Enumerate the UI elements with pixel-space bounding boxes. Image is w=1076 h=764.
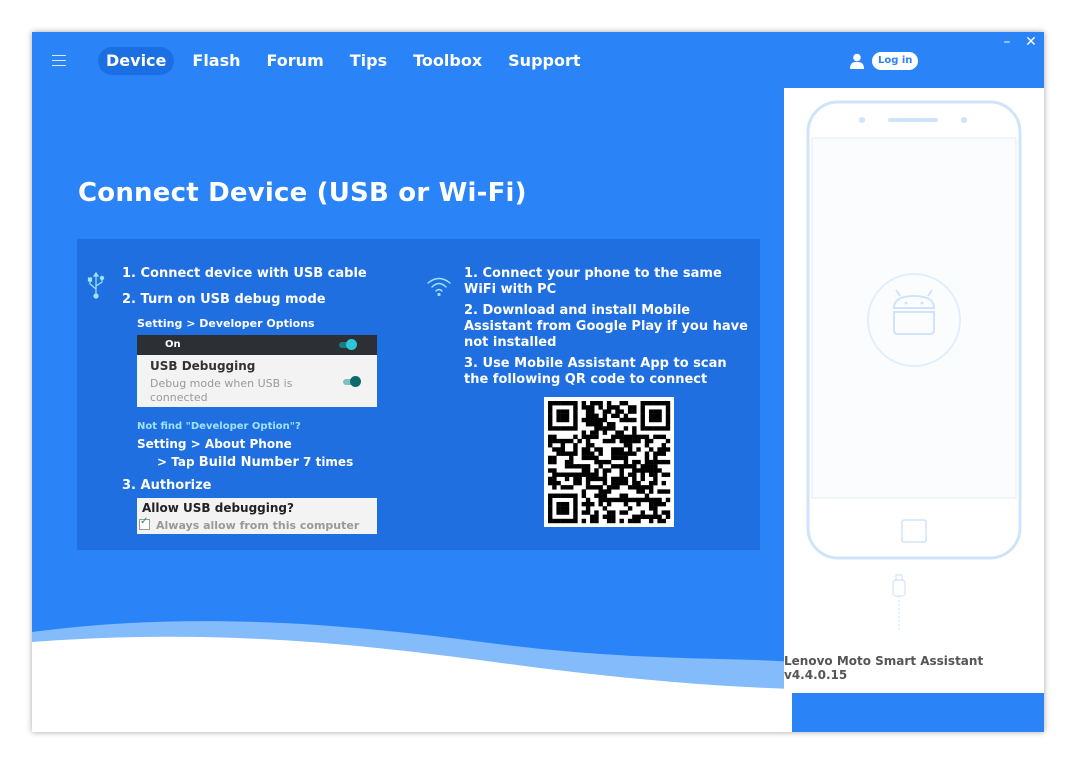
wave-decoration [32, 621, 792, 732]
wifi-icon [427, 277, 451, 297]
about-phone-path: Setting > About Phone [137, 437, 292, 451]
usb-debugging-desc: Debug mode when USB is connected [150, 377, 293, 404]
wifi-step-3: 3. Use Mobile Assistant App to scan the … [464, 356, 727, 387]
authorize-dialog: Allow USB debugging? Always allow from t… [137, 498, 377, 534]
tab-toolbox[interactable]: Toolbox [405, 47, 490, 75]
usb-icon [87, 271, 105, 299]
login-button[interactable]: Log in [872, 52, 919, 70]
usb-debugging-toggle [343, 376, 361, 387]
developer-options-path: Setting > Developer Options [137, 317, 315, 330]
tab-support[interactable]: Support [500, 47, 588, 75]
developer-options-card: On USB Debugging Debug mode when USB is … [137, 335, 377, 407]
allow-usb-question: Allow USB debugging? [142, 501, 294, 515]
tab-flash[interactable]: Flash [184, 47, 248, 75]
app-window: – ✕ Device Flash Forum Tips Toolbox Supp… [32, 32, 1044, 732]
page-title: Connect Device (USB or Wi-Fi) [78, 178, 527, 208]
wifi-step-2: 2. Download and install Mobile Assistant… [464, 303, 748, 350]
instructions-panel: 1. Connect device with USB cable 2. Turn… [77, 239, 760, 550]
not-find-developer-option: Not find "Developer Option"? [137, 421, 301, 432]
usb-plug-icon [892, 574, 906, 631]
usb-step-1: 1. Connect device with USB cable [122, 266, 367, 281]
usb-step-2: 2. Turn on USB debug mode [122, 292, 326, 307]
on-toggle [339, 339, 357, 350]
always-allow-checkbox [139, 516, 150, 530]
tab-forum[interactable]: Forum [259, 47, 332, 75]
on-label: On [165, 339, 181, 350]
window-controls: – ✕ [1000, 35, 1038, 50]
minimize-button[interactable]: – [1000, 35, 1014, 50]
device-preview-panel: Lenovo Moto Smart Assistant v4.4.0.15 [784, 88, 1044, 693]
tab-tips[interactable]: Tips [342, 47, 395, 75]
menu-icon[interactable] [52, 55, 66, 67]
top-nav: Device Flash Forum Tips Toolbox Support [98, 47, 599, 75]
wifi-step-1: 1. Connect your phone to the same WiFi w… [464, 266, 722, 297]
phone-outline [806, 100, 1022, 560]
tap-build-number: > Tap Build Number 7 times [157, 455, 354, 470]
user-icon[interactable] [850, 53, 864, 69]
usb-debugging-title: USB Debugging [150, 359, 256, 373]
close-button[interactable]: ✕ [1024, 35, 1038, 50]
always-allow-label: Always allow from this computer [156, 519, 360, 532]
user-area: Log in [850, 52, 919, 70]
usb-step-3: 3. Authorize [122, 478, 212, 493]
tab-device[interactable]: Device [98, 47, 175, 75]
qr-code [544, 397, 674, 527]
app-version: Lenovo Moto Smart Assistant v4.4.0.15 [784, 654, 984, 682]
